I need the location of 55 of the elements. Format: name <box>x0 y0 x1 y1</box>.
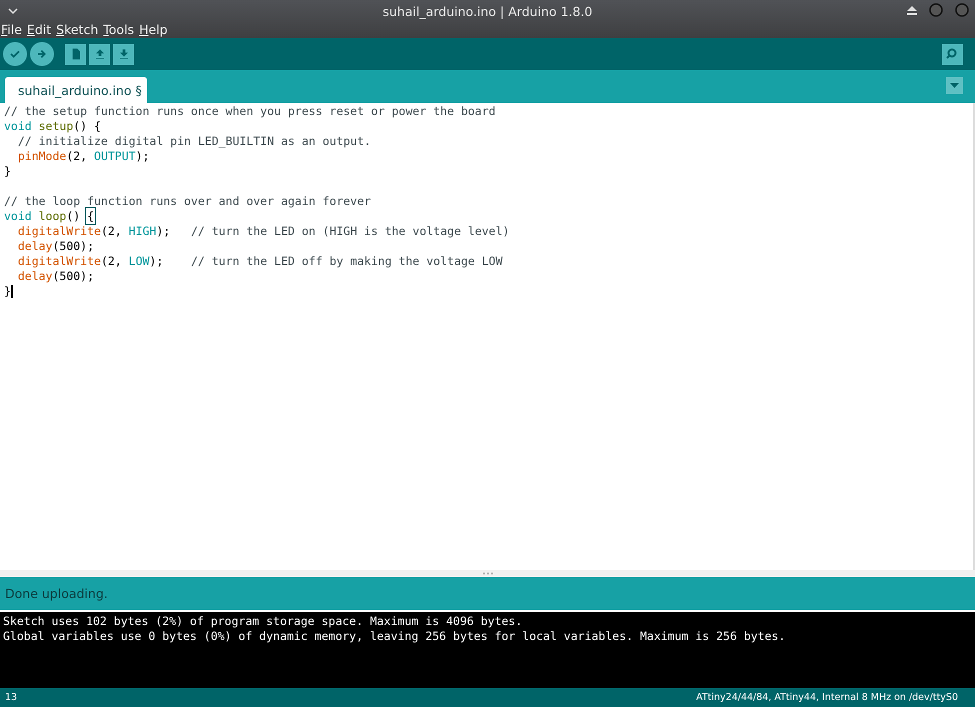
code-token: // the setup function runs once when you press reset or power the board <box>4 104 496 118</box>
status-message: Done uploading. <box>5 586 108 601</box>
code-token: (2, <box>100 254 123 268</box>
code-token: OUTPUT <box>94 149 136 163</box>
eject-icon[interactable] <box>907 6 917 14</box>
code-token: delay <box>18 269 52 283</box>
code-token: ); <box>149 254 164 268</box>
code-token: } <box>4 164 11 178</box>
console-line: Sketch uses 102 bytes (2%) of program storage space. Maximum is 4096 bytes. <box>3 614 524 629</box>
code-token: (500); <box>52 269 94 283</box>
code-token: ); <box>136 149 150 163</box>
window-control-icon[interactable] <box>955 3 969 17</box>
code-token: // initialize digital pin LED_BUILTIN as an output. <box>18 134 371 148</box>
code-token: // turn the LED on (HIGH is the voltage level) <box>190 224 510 238</box>
code-token: () { <box>73 119 101 133</box>
open-button[interactable] <box>89 44 110 64</box>
save-button[interactable] <box>113 44 134 64</box>
triangle-down-icon <box>950 83 959 88</box>
window-control-icon[interactable] <box>929 3 943 17</box>
board-info: ATtiny24/44/84, ATtiny44, Internal 8 MHz on /dev/ttyS0 <box>696 692 958 703</box>
code-token: // turn the LED off by making the voltage LOW <box>190 254 503 268</box>
code-token: () <box>66 209 82 223</box>
window-title: suhail_arduino.ino | Arduino 1.8.0 <box>382 4 592 18</box>
console-line: Global variables use 0 bytes (0%) of dynamic memory, leaving 256 bytes for local variables. Maximum is 256 bytes. <box>3 629 786 644</box>
code-token: ); <box>156 224 172 238</box>
line-number: 13 <box>5 692 18 703</box>
code-token: digitalWrite <box>18 254 101 268</box>
menu-item[interactable]: File <box>1 22 27 38</box>
menu-item[interactable]: Edit <box>26 22 56 38</box>
chevron-down-icon[interactable] <box>8 8 18 15</box>
code-token: delay <box>18 239 52 253</box>
code-token: LOW <box>128 254 150 268</box>
code-token: } <box>4 284 11 298</box>
new-button[interactable] <box>65 44 86 64</box>
verify-button[interactable] <box>3 42 27 66</box>
matched-bracket: { <box>87 209 94 223</box>
file-tab[interactable]: suhail_arduino.ino § <box>5 77 147 103</box>
splitter-grip-icon[interactable] <box>482 572 494 575</box>
code-token: (2, <box>66 149 88 163</box>
code-token: (500); <box>52 239 94 253</box>
code-token: pinMode <box>18 149 66 163</box>
menu-item[interactable]: Tools <box>103 22 140 38</box>
code-token: (2, <box>100 224 123 238</box>
code-token: HIGH <box>128 224 156 238</box>
code-token: setup <box>38 119 74 133</box>
tab-menu-button[interactable] <box>946 77 963 94</box>
code-token: void <box>4 209 33 223</box>
code-token: loop <box>38 209 66 223</box>
upload-button[interactable] <box>30 42 54 66</box>
serial-monitor-button[interactable] <box>942 44 963 64</box>
code-token: digitalWrite <box>18 224 101 238</box>
menu-item[interactable]: Sketch <box>56 22 104 38</box>
code-token: // the loop function runs over and over again forever <box>4 194 371 208</box>
code-token: void <box>4 119 33 133</box>
menu-item[interactable]: Help <box>139 22 173 38</box>
